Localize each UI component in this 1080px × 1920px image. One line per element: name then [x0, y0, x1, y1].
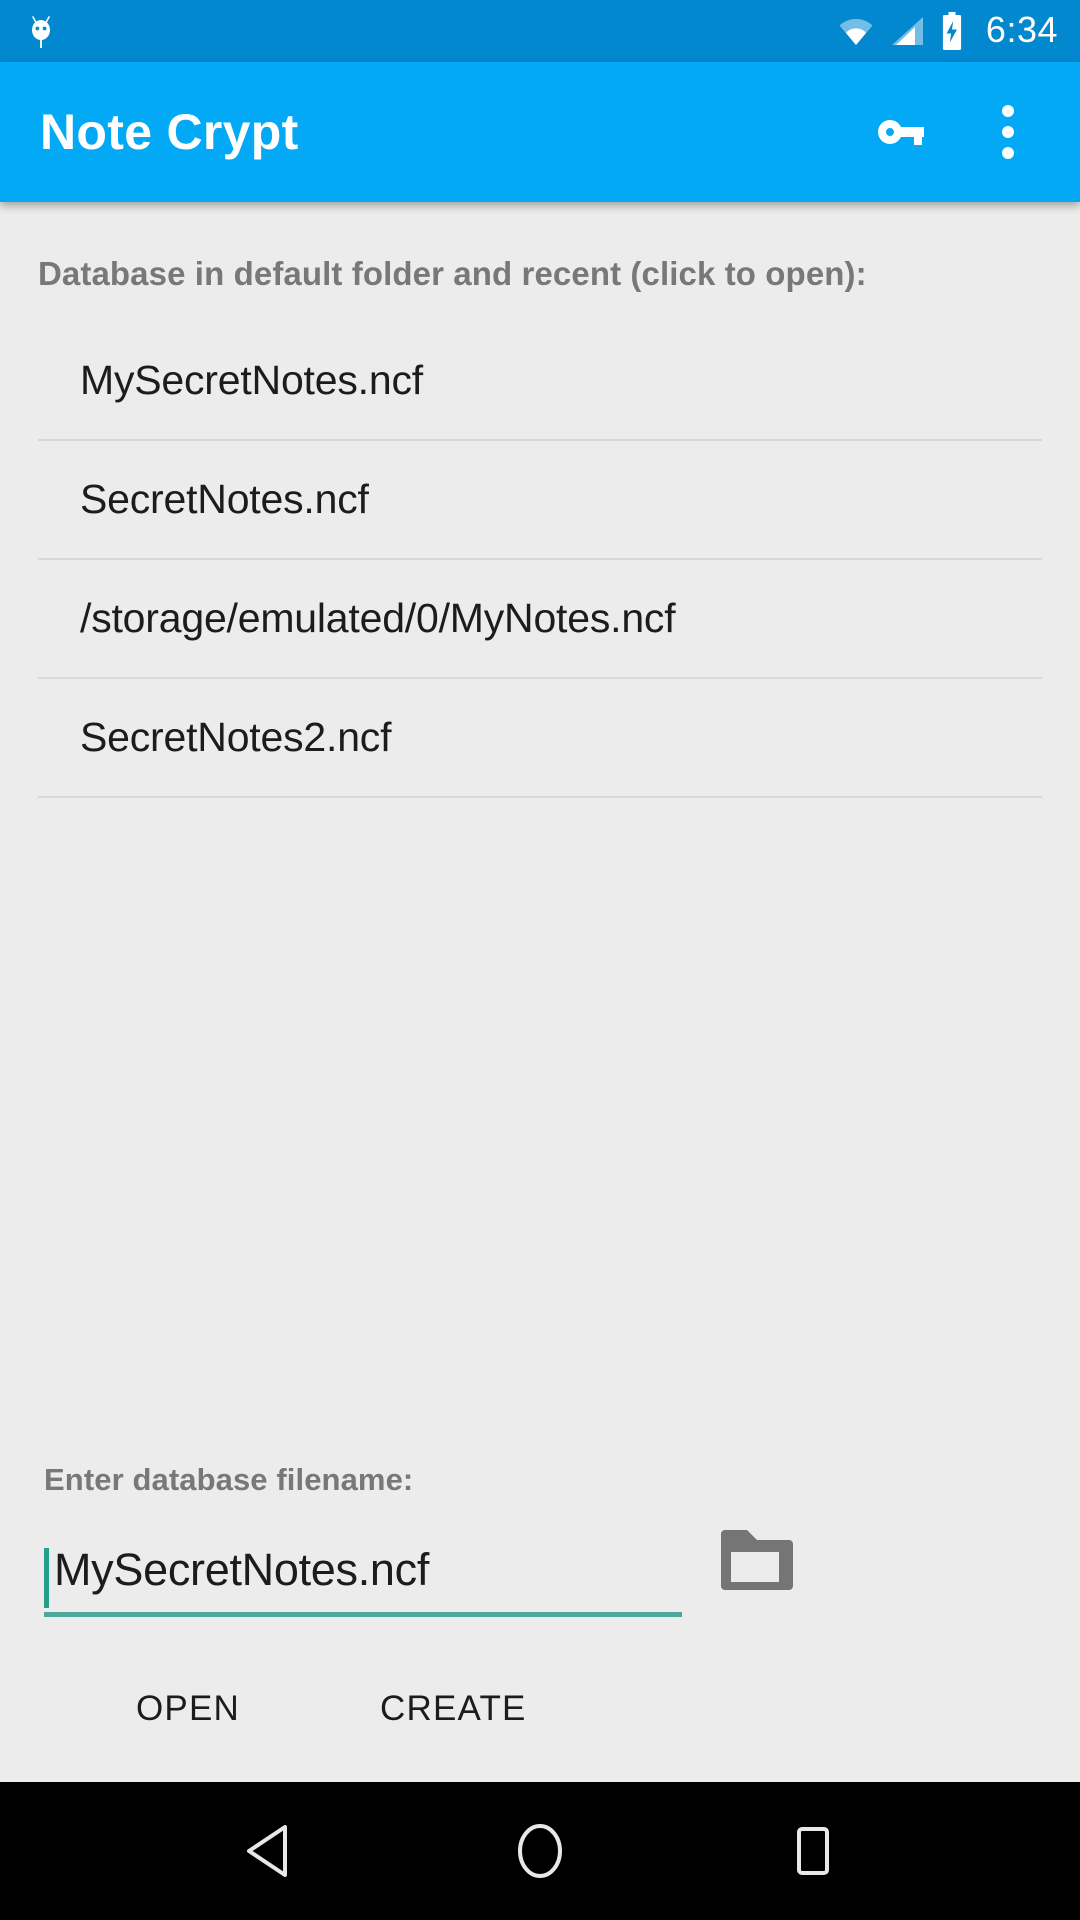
filename-input[interactable]: [44, 1544, 682, 1612]
database-name: /storage/emulated/0/MyNotes.ncf: [80, 595, 676, 642]
status-bar-system-icons: 6:34: [838, 12, 1058, 50]
folder-icon: [717, 1528, 793, 1592]
list-item[interactable]: SecretNotes2.ncf: [38, 679, 1042, 799]
battery-charging-icon: [940, 12, 964, 50]
list-item[interactable]: MySecretNotes.ncf: [38, 322, 1042, 442]
app-bar: Note Crypt: [0, 62, 1080, 202]
filename-field-row: [38, 1517, 1042, 1617]
app-title: Note Crypt: [40, 104, 299, 160]
open-button[interactable]: OPEN: [94, 1673, 282, 1744]
cellular-signal-icon: [890, 16, 924, 46]
nav-back-button[interactable]: [207, 1791, 327, 1911]
list-item[interactable]: SecretNotes.ncf: [38, 441, 1042, 561]
key-icon: [870, 104, 926, 160]
key-button[interactable]: [856, 90, 940, 174]
main-content: Database in default folder and recent (c…: [0, 202, 1080, 1782]
overflow-menu-button[interactable]: [966, 90, 1050, 174]
filename-input-underline: [44, 1612, 682, 1617]
nav-home-button[interactable]: [480, 1791, 600, 1911]
nav-back-icon: [243, 1823, 291, 1879]
app-screen: 6:34 Note Crypt Database in default fold…: [0, 0, 1080, 1920]
nav-home-icon: [514, 1822, 566, 1880]
list-item[interactable]: /storage/emulated/0/MyNotes.ncf: [38, 560, 1042, 680]
filename-field-label: Enter database filename:: [44, 1462, 414, 1497]
nav-recents-icon: [790, 1826, 836, 1876]
wifi-icon: [838, 16, 874, 46]
status-bar: 6:34: [0, 0, 1080, 62]
status-bar-notifications: [24, 11, 58, 51]
status-bar-clock: 6:34: [985, 9, 1058, 50]
android-droid-icon: [24, 11, 58, 51]
database-name: SecretNotes.ncf: [80, 476, 369, 523]
browse-folder-button[interactable]: [712, 1517, 798, 1603]
database-list: MySecretNotes.ncf SecretNotes.ncf /stora…: [38, 322, 1042, 799]
database-list-heading: Database in default folder and recent (c…: [38, 255, 867, 292]
create-button[interactable]: CREATE: [338, 1673, 569, 1744]
app-bar-actions: [856, 90, 1050, 174]
android-navigation-bar: [0, 1782, 1080, 1920]
filename-input-wrapper: [38, 1544, 682, 1617]
filename-entry-section: Enter database filename: MySecretNotes.n…: [38, 1464, 1042, 1782]
database-name: MySecretNotes.ncf: [80, 357, 423, 404]
database-name: SecretNotes2.ncf: [80, 714, 392, 761]
action-button-row: OPEN CREATE: [38, 1673, 1042, 1744]
text-caret: [44, 1548, 49, 1609]
overflow-menu-icon: [1002, 104, 1014, 160]
nav-recents-button[interactable]: [753, 1791, 873, 1911]
